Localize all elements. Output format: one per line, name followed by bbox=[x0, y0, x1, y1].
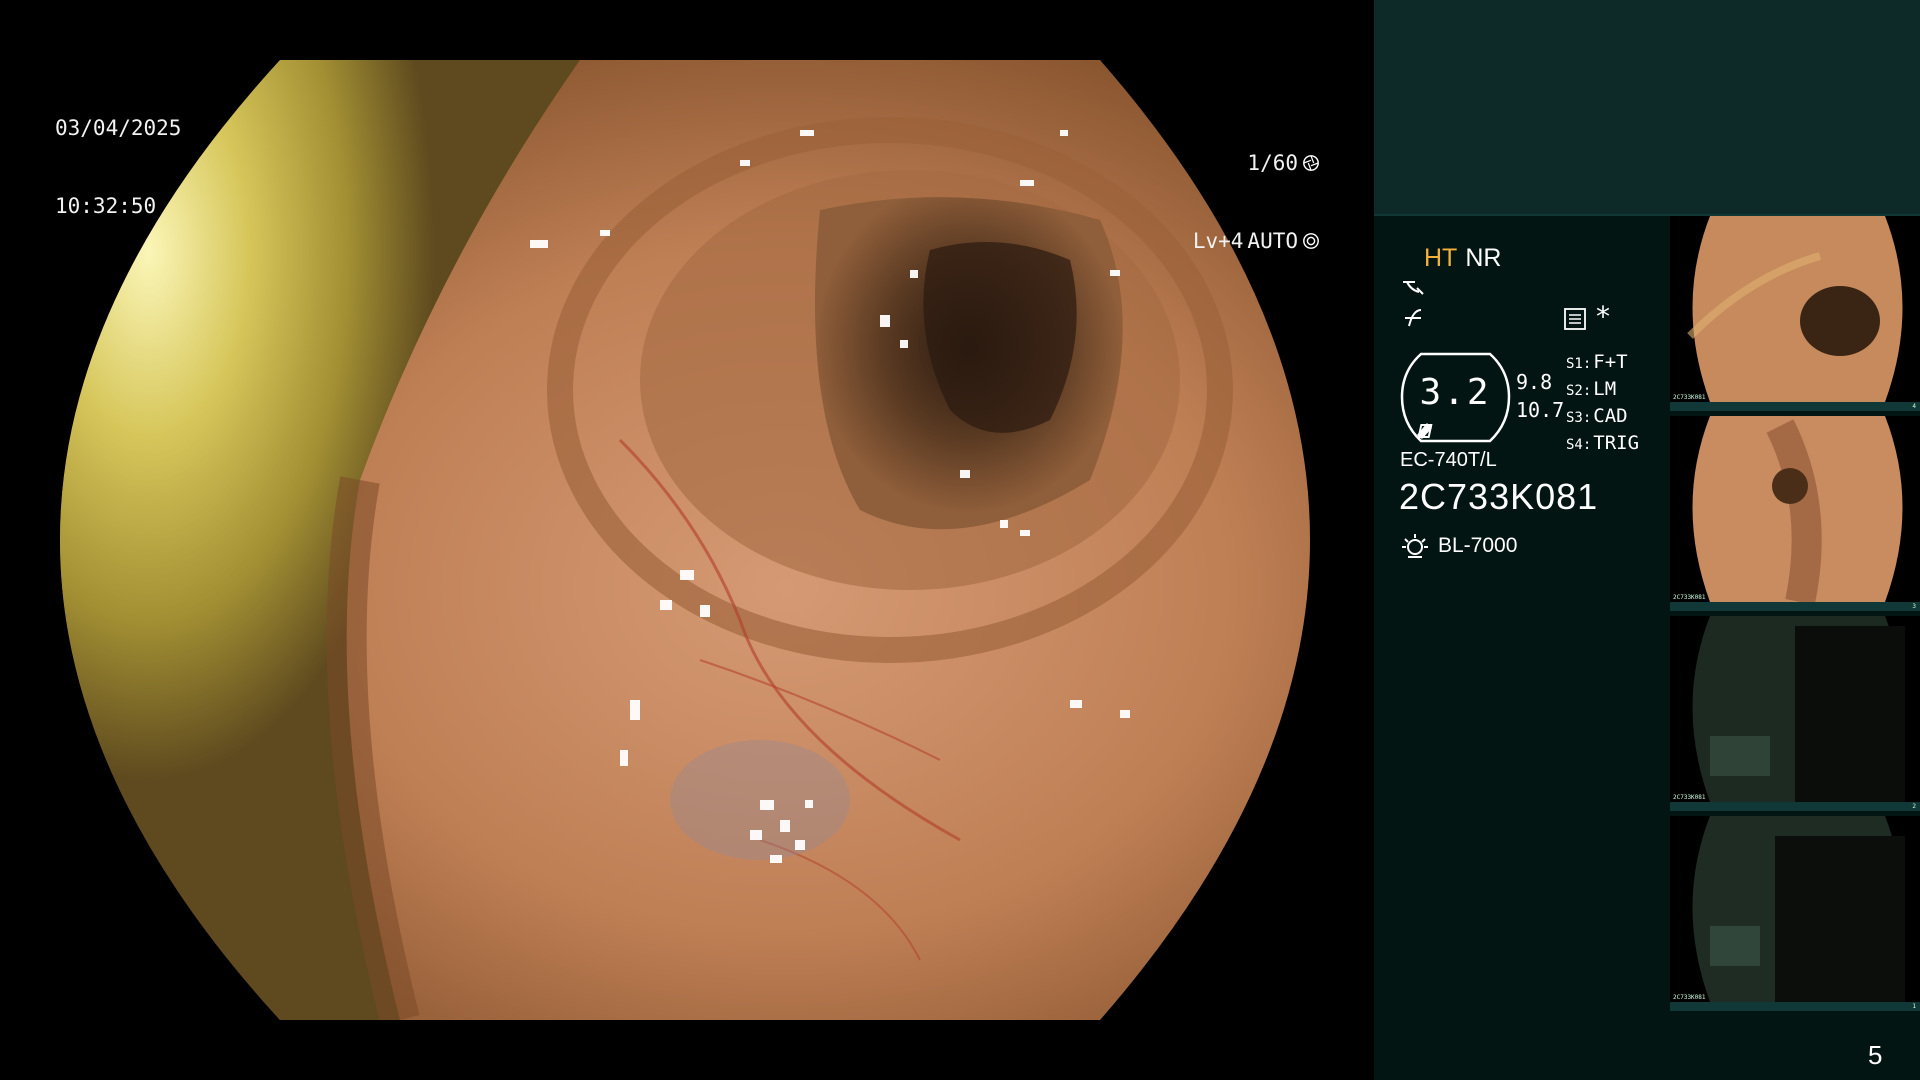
endoscope-image bbox=[60, 60, 1310, 1020]
color-enhance-icon bbox=[1405, 309, 1422, 327]
thumbnail-status-bar bbox=[1670, 1002, 1920, 1011]
structure-enhance-icon bbox=[1403, 281, 1424, 295]
iris-text: AUTO bbox=[1247, 229, 1298, 253]
aperture-icon bbox=[1303, 155, 1319, 171]
thumbnail-serial: 2C733K081 bbox=[1673, 594, 1706, 601]
page-number: 5 bbox=[1868, 1040, 1883, 1070]
thumbnail-index: 3 bbox=[1912, 603, 1916, 610]
zoom-aux-values: 9.8 10.7 bbox=[1516, 368, 1564, 424]
shutter-text: 1/60 bbox=[1247, 151, 1298, 175]
light-source-icon bbox=[1402, 534, 1428, 558]
switch-item: S4: TRIG bbox=[1566, 432, 1640, 454]
zoom-value: 3.2 bbox=[1419, 372, 1491, 413]
switch-item: S2: LM bbox=[1566, 378, 1617, 400]
zoom-aux-1: 9.8 bbox=[1516, 370, 1553, 394]
asterisk-marker: * bbox=[1596, 300, 1610, 333]
switch-item: S1: F+T bbox=[1566, 351, 1628, 373]
shutter-row: 1/60 bbox=[1193, 150, 1320, 176]
endoscope-live-view bbox=[60, 60, 1310, 1020]
memo-icon bbox=[1564, 308, 1586, 330]
level-row: Lv+4 AUTO bbox=[1193, 228, 1320, 254]
thumbnail-serial: 2C733K081 bbox=[1673, 994, 1706, 1001]
scope-serial: 2C733K081 bbox=[1399, 476, 1599, 517]
zoom-aux-2: 10.7 bbox=[1516, 398, 1565, 422]
light-source-row: BL-7000 bbox=[1400, 531, 1517, 561]
level-text: Lv+4 bbox=[1192, 229, 1244, 253]
time-text: 10:32:50 bbox=[55, 194, 157, 218]
mode-nr-label: NR bbox=[1465, 244, 1502, 272]
thumbnail-status-bar bbox=[1670, 402, 1920, 411]
capture-thumbnail[interactable]: 2C733K081 2 bbox=[1670, 616, 1920, 811]
thumbnail-serial: 2C733K081 bbox=[1673, 794, 1706, 801]
scope-model: EC-740T/L bbox=[1400, 449, 1497, 471]
exposure-readout: 1/60 Lv+4 AUTO bbox=[1193, 98, 1320, 280]
info-panel-header bbox=[1374, 0, 1920, 216]
thumbnail-serial: 2C733K081 bbox=[1673, 394, 1706, 401]
thumbnail-status-bar bbox=[1670, 602, 1920, 611]
image-mode-row: HT NR bbox=[1424, 244, 1501, 273]
date-time-readout: 03/04/2025 10:32:50 bbox=[55, 63, 181, 245]
light-source-text: BL-7000 bbox=[1438, 534, 1518, 557]
iris-icon bbox=[1303, 233, 1319, 249]
scope-switch-list: S1: F+T S2: LM S3: CAD S4: TRIG bbox=[1566, 350, 1639, 458]
thumbnail-status-bar bbox=[1670, 802, 1920, 811]
capture-thumbnail[interactable]: 2C733K081 3 bbox=[1670, 416, 1920, 611]
mode-ht-label: HT bbox=[1424, 244, 1458, 272]
capture-thumbnail[interactable]: 2C733K081 1 bbox=[1670, 816, 1920, 1011]
thumbnail-index: 2 bbox=[1912, 803, 1916, 810]
thumbnail-index: 1 bbox=[1912, 1003, 1916, 1010]
date-text: 03/04/2025 bbox=[55, 116, 182, 140]
switch-item: S3: CAD bbox=[1566, 405, 1628, 427]
thumbnail-index: 4 bbox=[1912, 403, 1916, 410]
capture-thumbnail[interactable]: 2C733K081 4 bbox=[1670, 216, 1920, 411]
